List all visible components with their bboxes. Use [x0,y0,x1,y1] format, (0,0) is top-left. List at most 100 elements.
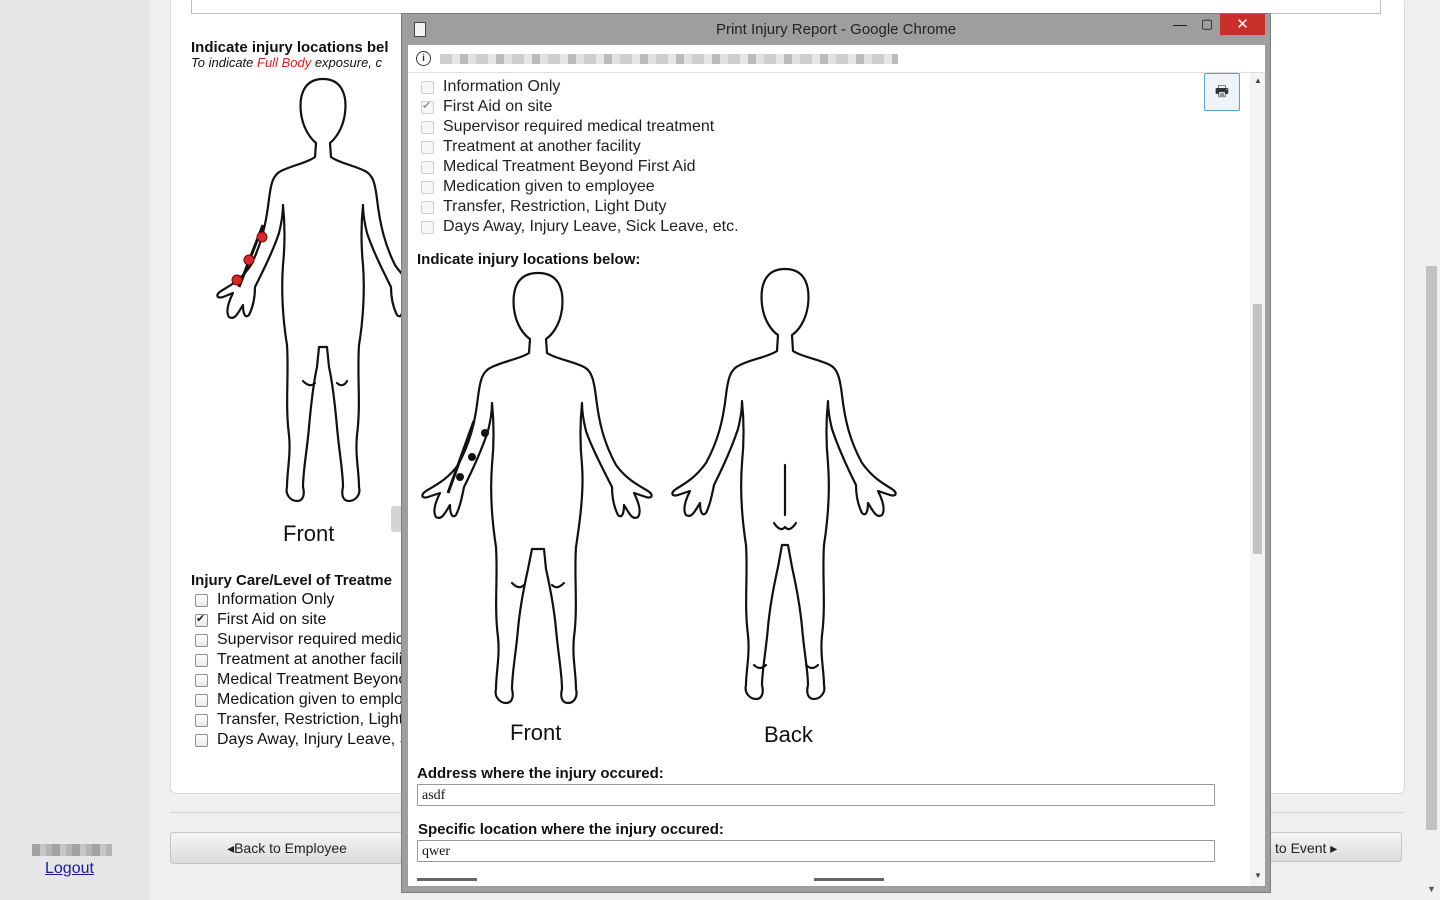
instructions-suffix: exposure, c [311,55,383,70]
checkbox-checked[interactable] [195,612,208,627]
option-label: Supervisor required medical treatment [443,118,715,135]
front-label: Front [283,521,335,546]
care-option[interactable]: Days Away, Injury Leave, S [195,730,410,750]
checkbox[interactable] [195,733,208,747]
next-to-event-button[interactable]: to Event ▸ [1250,832,1402,862]
maximize-icon[interactable]: ▢ [1197,16,1217,38]
window-title: Print Injury Report - Google Chrome [715,21,957,38]
url-redacted [440,54,898,64]
option-label: Information Only [443,78,561,95]
injury-marker[interactable] [243,254,255,266]
minimize-icon[interactable]: — [1170,16,1190,38]
checkbox [421,200,434,214]
printer-icon: 🖶 [1214,83,1230,100]
care-option[interactable]: Medical Treatment Beyonc [195,670,410,690]
description-textarea[interactable] [191,0,1381,14]
back-to-employee-button[interactable]: ◂Back to Employee [170,832,404,864]
full-body-highlight: Full Body [257,55,312,70]
care-option[interactable]: Information Only [195,590,410,610]
option-label: Transfer, Restriction, Light Duty [443,198,667,215]
option-label: Medical Treatment Beyond First Aid [443,158,696,175]
option-label: Supervisor required medic [217,631,404,648]
checkbox[interactable] [195,673,208,687]
popup-scrollbar[interactable]: ▲ ▼ [1250,73,1265,886]
back-button-label: Back to Employee [234,840,347,856]
print-button[interactable]: 🖶 [1204,73,1240,111]
care-level-options-print: Information Only First Aid on site Super… [421,77,739,237]
care-option[interactable]: Treatment at another facili [195,650,410,670]
care-option: Supervisor required medical treatment [421,117,739,137]
option-label: Transfer, Restriction, Light [217,711,404,728]
checkbox [421,140,434,154]
care-option[interactable]: First Aid on site [195,610,410,630]
front-label: Front [510,720,562,745]
checkbox-checked [421,99,434,114]
option-label: Medication given to employee [443,178,655,195]
checkbox[interactable] [195,693,208,707]
close-icon[interactable]: ✕ [1220,14,1265,35]
care-option: First Aid on site [421,97,739,117]
care-option: Information Only [421,77,739,97]
option-label: Days Away, Injury Leave, Sick Leave, etc… [443,218,739,235]
app-sidebar: Logout [0,0,151,900]
injury-locations-heading: Indicate injury locations below: [417,251,641,268]
clipped-heading [417,878,477,886]
instructions-prefix: To indicate [191,55,258,70]
user-name-redacted [32,844,112,856]
address-field: asdf [417,784,1215,806]
scrollbar-thumb[interactable] [1253,304,1262,554]
clipped-heading [814,878,884,886]
checkbox[interactable] [195,713,208,727]
checkbox[interactable] [195,593,208,607]
option-label: First Aid on site [217,611,327,628]
injury-marker [456,473,464,481]
injury-marker [481,429,489,437]
option-label: Treatment at another facility [443,138,641,155]
page-scrollbar[interactable]: ▼ [1423,0,1440,900]
back-body-diagram [671,267,897,701]
care-option: Transfer, Restriction, Light Duty [421,197,739,217]
care-level-heading: Injury Care/Level of Treatme [191,572,392,589]
back-label: Back [764,722,813,747]
care-option[interactable]: Supervisor required medic [195,630,410,650]
care-option: Medication given to employee [421,177,739,197]
option-label: Medical Treatment Beyonc [217,671,407,688]
front-body-diagram [421,271,653,705]
checkbox [421,80,434,94]
info-icon[interactable]: i [416,51,431,66]
injury-locations-heading: Indicate injury locations bel [191,39,389,56]
specific-location-label: Specific location where the injury occur… [418,821,724,838]
address-bar[interactable]: i [408,45,1265,73]
window-titlebar[interactable]: Print Injury Report - Google Chrome — ▢ … [402,14,1270,44]
scroll-down-arrow-icon[interactable]: ▼ [1254,871,1262,880]
scroll-up-arrow-icon[interactable]: ▲ [1254,76,1262,85]
care-option[interactable]: Medication given to emplo [195,690,410,710]
scrollbar-thumb[interactable] [1426,266,1437,830]
checkbox [421,120,434,134]
logout-link[interactable]: Logout [45,860,94,878]
checkbox [421,160,434,174]
next-button-label: to Event [1275,840,1327,856]
option-label: Medication given to emplo [217,691,403,708]
checkbox [421,220,434,234]
option-label: First Aid on site [443,98,553,115]
report-content: Information Only First Aid on site Super… [408,73,1265,886]
care-option: Treatment at another facility [421,137,739,157]
caret-right-icon: ▸ [1330,840,1338,856]
injury-marker[interactable] [256,231,268,243]
injury-marker[interactable] [231,274,243,286]
option-label: Information Only [217,591,335,608]
option-label: Days Away, Injury Leave, S [217,731,411,748]
care-option[interactable]: Transfer, Restriction, Light [195,710,410,730]
checkbox [421,180,434,194]
address-label: Address where the injury occured: [417,765,664,782]
option-label: Treatment at another facili [217,651,403,668]
care-level-options: Information Only First Aid on site Super… [195,590,410,750]
care-option: Medical Treatment Beyond First Aid [421,157,739,177]
scroll-down-arrow-icon[interactable]: ▼ [1427,884,1436,894]
checkbox[interactable] [195,633,208,647]
checkbox[interactable] [195,653,208,667]
injury-marker [468,453,476,461]
care-option: Days Away, Injury Leave, Sick Leave, etc… [421,217,739,237]
specific-location-field: qwer [417,840,1215,862]
